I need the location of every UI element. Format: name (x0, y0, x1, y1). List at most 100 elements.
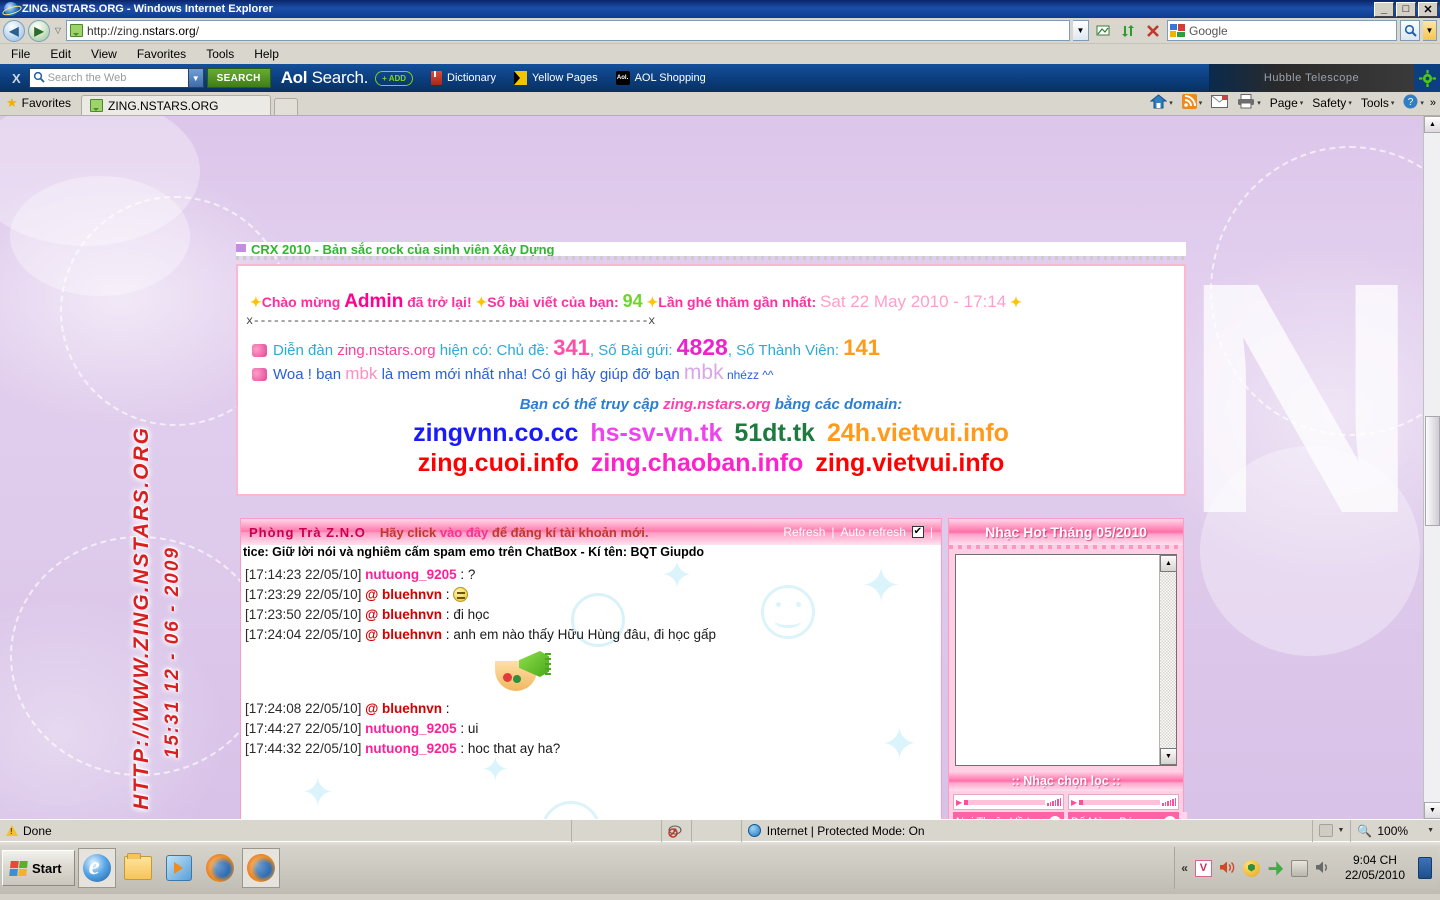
taskbar-item-media-player[interactable] (160, 848, 198, 888)
aol-search-caret[interactable]: ▼ (188, 68, 204, 88)
update-arrow-icon[interactable] (1268, 861, 1284, 876)
menu-item-view[interactable]: View (88, 46, 120, 62)
command-bar-overflow[interactable]: » (1430, 97, 1436, 109)
aol-link-shopping[interactable]: Aol. AOL Shopping (615, 71, 706, 85)
scroll-up-arrow[interactable]: ▲ (1160, 555, 1177, 572)
taskbar-window-firefox[interactable] (241, 848, 280, 888)
aol-link-dictionary[interactable]: Dictionary (431, 71, 496, 85)
domain-link[interactable]: zingvnn.co.cc (413, 419, 578, 447)
scroll-down-arrow[interactable]: ▼ (1160, 748, 1177, 765)
music-player-scrollbar[interactable]: ▲ ▼ (1159, 555, 1177, 765)
taskbar-item-internet-explorer[interactable] (77, 848, 116, 888)
playlist-item[interactable]: Nơi Thuộc Về I▶ (953, 812, 1064, 819)
volume-icon[interactable] (1047, 798, 1061, 806)
message-nick[interactable]: @ bluehnvn (365, 607, 442, 622)
stop-icon[interactable] (1142, 20, 1164, 42)
play-icon[interactable]: ▶ (1164, 815, 1176, 819)
message-nick[interactable]: @ bluehnvn (365, 627, 442, 642)
domain-link[interactable]: hs-sv-vn.tk (590, 419, 722, 447)
security-shield-icon[interactable] (1242, 859, 1260, 877)
message-nick[interactable]: nutuong_9205 (365, 741, 457, 756)
menu-item-file[interactable]: File (8, 46, 33, 62)
recent-pages-caret[interactable]: ▽ (53, 26, 63, 35)
scroll-thumb[interactable] (1425, 416, 1440, 526)
play-icon[interactable]: ▶ (956, 798, 962, 807)
playlist-left-controls[interactable]: ▶ (953, 794, 1064, 810)
clock[interactable]: 9:04 CH 22/05/2010 (1339, 853, 1411, 883)
menu-item-edit[interactable]: Edit (47, 46, 74, 62)
search-input[interactable]: Google (1167, 20, 1397, 41)
show-desktop-button[interactable] (1418, 857, 1432, 879)
register-link[interactable]: vào đây (440, 525, 488, 540)
mail-button[interactable] (1208, 94, 1231, 112)
show-hidden-icons-icon[interactable]: « (1181, 861, 1188, 875)
gear-icon[interactable] (1414, 64, 1440, 92)
privacy-settings[interactable]: ▼ (1313, 819, 1352, 842)
print-button[interactable]: ▾ (1234, 93, 1264, 113)
scroll-up-arrow[interactable]: ▲ (1424, 116, 1440, 133)
playlist-right-controls[interactable]: ▶ (1068, 794, 1179, 810)
home-button[interactable]: ▾ (1147, 93, 1176, 113)
refresh-icon[interactable] (1117, 20, 1139, 42)
page-menu[interactable]: Page ▾ (1267, 95, 1307, 111)
playlist-item[interactable]: Dế Mèn - Bức ▶ (1068, 812, 1179, 819)
address-input[interactable]: http://zing.nstars.org/ (66, 20, 1070, 41)
forward-button[interactable]: ▶ (28, 19, 50, 42)
popup-blocker-icon[interactable] (662, 819, 692, 842)
aol-link-yellow-pages[interactable]: Yellow Pages (513, 71, 598, 85)
chevron-down-icon[interactable]: ▾ (1391, 99, 1395, 107)
close-button[interactable]: ✕ (1418, 1, 1438, 17)
menu-item-tools[interactable]: Tools (203, 46, 237, 62)
domain-link[interactable]: zing.cuoi.info (418, 449, 579, 477)
minimize-button[interactable]: _ (1374, 1, 1394, 17)
new-tab-button[interactable] (274, 98, 299, 115)
aol-search-button[interactable]: SEARCH (206, 68, 271, 88)
domain-link[interactable]: zing.chaoban.info (591, 449, 804, 477)
feeds-button[interactable]: ▾ (1179, 93, 1206, 113)
volume-icon[interactable] (1315, 860, 1332, 877)
volume-icon[interactable] (1162, 798, 1176, 806)
play-icon[interactable]: ▶ (1071, 798, 1077, 807)
aol-search-input[interactable]: Search the Web (28, 68, 189, 88)
start-button[interactable]: Start (2, 850, 75, 886)
clipped-announcement[interactable]: CRX 2010 - Bản sắc rock của sinh viên Xâ… (236, 242, 1186, 256)
compatibility-view-icon[interactable] (1092, 20, 1114, 42)
speaker-icon[interactable] (1219, 860, 1236, 877)
chevron-down-icon[interactable]: ▾ (1420, 99, 1424, 107)
domain-link[interactable]: 24h.vietvui.info (827, 419, 1009, 447)
chevron-down-icon[interactable]: ▾ (1300, 99, 1304, 107)
antivirus-icon[interactable]: V (1194, 859, 1212, 877)
refresh-link[interactable]: Refresh (783, 525, 825, 539)
tools-menu[interactable]: Tools ▾ (1358, 95, 1398, 111)
chevron-down-icon[interactable]: ▾ (1199, 99, 1203, 107)
favorites-button[interactable]: ★ Favorites (6, 95, 81, 115)
menu-item-favorites[interactable]: Favorites (134, 46, 189, 62)
network-icon[interactable] (1290, 859, 1308, 877)
chevron-down-icon[interactable]: ▼ (1427, 827, 1434, 834)
aol-add-button[interactable]: + ADD (375, 70, 414, 86)
scroll-down-arrow[interactable]: ▼ (1424, 802, 1440, 819)
seek-bar[interactable] (1079, 799, 1160, 805)
auto-refresh-checkbox[interactable]: ✔ (911, 526, 924, 538)
music-player-frame[interactable]: ▲ ▼ (955, 554, 1177, 766)
maximize-button[interactable]: □ (1396, 1, 1416, 17)
chevron-down-icon[interactable]: ▾ (1169, 99, 1173, 107)
message-nick[interactable]: nutuong_9205 (365, 721, 457, 736)
page-scrollbar[interactable]: ▲ ▼ (1423, 116, 1440, 819)
menu-item-help[interactable]: Help (251, 46, 282, 62)
address-dropdown-caret[interactable]: ▼ (1073, 20, 1089, 41)
domain-link[interactable]: zing.vietvui.info (815, 449, 1004, 477)
message-nick[interactable]: @ bluehnvn (365, 587, 442, 602)
message-nick[interactable]: nutuong_9205 (365, 567, 457, 582)
domain-link[interactable]: 51dt.tk (734, 419, 815, 447)
aol-brand-slot[interactable]: Hubble Telescope (1209, 64, 1414, 92)
back-button[interactable]: ◀ (3, 19, 25, 42)
playlist-right-scrollbar[interactable] (1180, 812, 1187, 819)
chevron-down-icon[interactable]: ▼ (1337, 827, 1344, 834)
help-menu[interactable]: ? ▾ (1400, 93, 1427, 113)
chevron-down-icon[interactable]: ▾ (1257, 99, 1261, 107)
browser-tab[interactable]: ZING.NSTARS.ORG (81, 95, 272, 115)
search-go-icon[interactable] (1400, 20, 1420, 41)
taskbar-item-windows-explorer[interactable] (119, 848, 157, 888)
taskbar-item-firefox[interactable] (201, 848, 239, 888)
